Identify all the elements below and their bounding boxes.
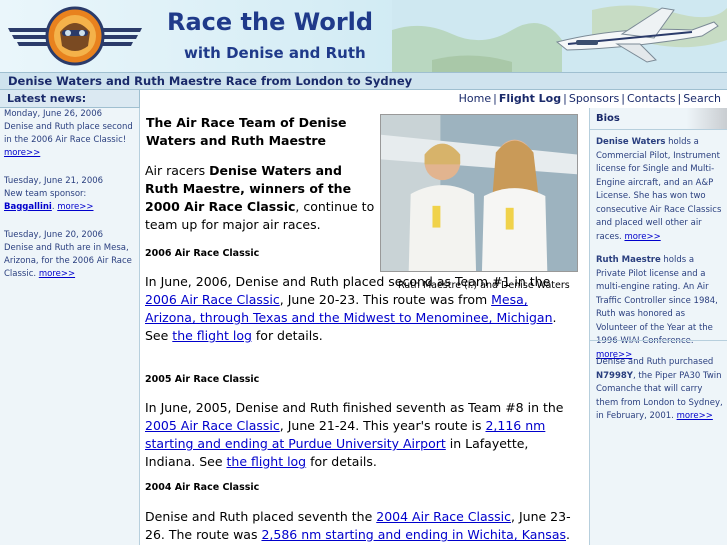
world-map-airplane-image: [392, 0, 727, 72]
latest-news-label: Latest news:: [0, 90, 140, 108]
news-date: Monday, June 26, 2006: [4, 109, 103, 119]
race-link[interactable]: 2004 Air Race Classic: [376, 509, 511, 524]
nav-separator: |: [493, 92, 497, 105]
plane-registration: N7998Y: [596, 370, 633, 381]
plane-more-link[interactable]: more>>: [677, 411, 713, 421]
nav-row: Latest news: Home | Flight Log | Sponsors | Co…: [0, 90, 727, 108]
bio-ruth: Ruth Maestre holds a Private Pilot licen…: [596, 255, 718, 360]
route-link[interactable]: 2,586 nm starting and ending in Wichita,…: [261, 527, 566, 542]
news-date: Tuesday, June 20, 2006: [4, 230, 104, 240]
news-item: Monday, June 26, 2006 Denise and Ruth pl…: [4, 108, 135, 160]
flight-log-link[interactable]: the flight log: [227, 454, 307, 469]
section-heading: 2006 Air Race Classic: [145, 248, 260, 259]
site-subtitle: with Denise and Ruth: [184, 44, 366, 62]
news-sidebar: Monday, June 26, 2006 Denise and Ruth pl…: [0, 108, 140, 545]
news-more-link[interactable]: more>>: [4, 148, 40, 158]
news-item: Tuesday, June 21, 2006 New team sponsor:…: [4, 175, 135, 214]
page-heading: The Air Race Team of Denise Waters and R…: [146, 115, 347, 148]
nav-contacts[interactable]: Contacts: [627, 92, 676, 105]
tagline-bar: Denise Waters and Ruth Maestre Race from…: [0, 72, 727, 90]
nav-home[interactable]: Home: [459, 92, 491, 105]
nav-flight-log[interactable]: Flight Log: [499, 92, 561, 105]
site-title: Race the World: [167, 8, 374, 36]
bio-more-link[interactable]: more>>: [624, 232, 660, 242]
bios-sidebar: Bios Denise Waters holds a Commercial Pi…: [589, 108, 727, 545]
section-heading: 2005 Air Race Classic: [145, 374, 260, 385]
main-content: The Air Race Team of Denise Waters and R…: [145, 108, 585, 545]
bio-name: Ruth Maestre: [596, 255, 661, 265]
plane-info: Denise and Ruth purchased N7998Y, the Pi…: [596, 357, 723, 421]
nav-separator: |: [563, 92, 567, 105]
news-item: Tuesday, June 20, 2006 Denise and Ruth a…: [4, 229, 135, 281]
aviator-logo[interactable]: [0, 2, 150, 70]
section-paragraph: Denise and Ruth placed seventh the 2004 …: [145, 509, 571, 542]
section-paragraph: In June, 2005, Denise and Ruth finished …: [145, 400, 564, 469]
bio-name: Denise Waters: [596, 137, 666, 147]
tagline: Denise Waters and Ruth Maestre Race from…: [8, 74, 413, 88]
news-text: New team sponsor:: [4, 189, 87, 199]
intro-paragraph: Air racers Denise Waters and Ruth Maestr…: [145, 162, 377, 234]
nav-separator: |: [621, 92, 625, 105]
news-more-link[interactable]: more>>: [57, 202, 93, 212]
race-link[interactable]: 2005 Air Race Classic: [145, 418, 280, 433]
news-more-link[interactable]: more>>: [39, 269, 75, 279]
nav-sponsors[interactable]: Sponsors: [569, 92, 619, 105]
intro-text: Air racers: [145, 163, 210, 178]
bios-title: Bios: [590, 108, 727, 130]
team-photo: [380, 114, 578, 272]
sponsor-link[interactable]: Baggallini: [4, 202, 52, 212]
race-link[interactable]: 2006 Air Race Classic: [145, 292, 280, 307]
flight-log-link[interactable]: the flight log: [172, 328, 252, 343]
top-navigation: Home | Flight Log | Sponsors | Contacts | Search: [459, 92, 721, 105]
section-paragraph: In June, 2006, Denise and Ruth placed se…: [145, 274, 557, 343]
bio-denise: Denise Waters holds a Commercial Pilot, …: [596, 137, 722, 242]
news-text: Denise and Ruth place second in the 2006…: [4, 122, 133, 145]
nav-search[interactable]: Search: [683, 92, 721, 105]
section-heading: 2004 Air Race Classic: [145, 482, 260, 493]
news-date: Tuesday, June 21, 2006: [4, 176, 104, 186]
divider: [590, 340, 727, 341]
site-header: Race the World with Denise and Ruth: [0, 0, 727, 72]
